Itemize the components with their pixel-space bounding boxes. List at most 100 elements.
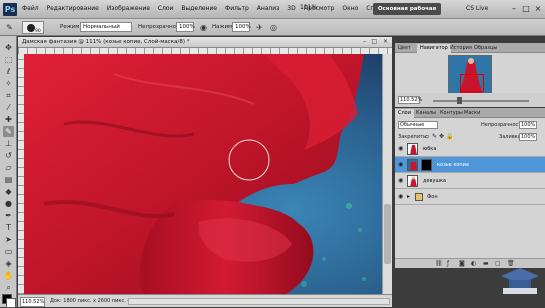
layer-name: девушка — [423, 178, 447, 184]
document-tab[interactable]: Дамская фантазия @ 111% (козье копие, Сл… — [18, 37, 392, 48]
lock-pixels-icon[interactable]: ✎ — [432, 133, 437, 140]
cs-live-button[interactable]: CS Live — [466, 5, 488, 12]
navigator-zoom-field[interactable]: 110.52% — [398, 96, 422, 104]
menu-filter[interactable]: Фильтр — [225, 5, 249, 12]
minimize-icon[interactable]: – — [508, 3, 520, 15]
mode-label: Режим: — [60, 24, 82, 30]
restore-document-icon[interactable]: □ — [371, 38, 377, 45]
tab-layers[interactable]: Слои — [395, 109, 414, 118]
photo-red-fabric — [24, 54, 382, 294]
pen-tool-icon[interactable]: ✒ — [3, 210, 14, 221]
menu-analysis[interactable]: Анализ — [257, 5, 280, 12]
dodge-tool-icon[interactable]: ● — [3, 198, 14, 209]
lasso-tool-icon[interactable]: ℓ — [3, 66, 14, 77]
eraser-tool-icon[interactable]: ▱ — [3, 162, 14, 173]
tablet-size-icon[interactable]: ◎ — [268, 22, 279, 33]
path-select-tool-icon[interactable]: ➤ — [3, 234, 14, 245]
vertical-scrollbar-thumb[interactable] — [384, 204, 391, 264]
layers-tabs: Слои Каналы Контуры Маски — [395, 108, 545, 118]
close-document-icon[interactable]: × — [383, 38, 388, 45]
shape-tool-icon[interactable]: ▭ — [3, 246, 14, 257]
lock-position-icon[interactable]: ✥ — [439, 133, 444, 140]
layer-thumbnail — [407, 159, 418, 171]
layer-mask-thumbnail[interactable] — [421, 159, 432, 171]
minimize-document-icon[interactable]: – — [363, 38, 366, 45]
clone-stamp-tool-icon[interactable]: ⊥ — [3, 138, 14, 149]
eye-icon[interactable]: ◉ — [398, 161, 403, 168]
navigator-tabs: Цвет Навигатор История Образцы — [395, 43, 545, 53]
layer-row[interactable]: ◉ ▸ Фон — [395, 189, 545, 205]
tablet-opacity-icon[interactable]: ◉ — [198, 22, 209, 33]
horizontal-scrollbar[interactable] — [128, 298, 390, 305]
menu-file[interactable]: Файл — [22, 5, 39, 12]
move-tool-icon[interactable]: ✥ — [3, 42, 14, 53]
brush-tool-icon[interactable]: ✎ — [3, 126, 14, 137]
toolbox: ✥ ⬚ ℓ ✧ ⌗ ⁄ ✚ ✎ ⊥ ↺ ▱ ▤ ◆ ● ✒ T ➤ ▭ ◈ ✋ … — [0, 36, 17, 308]
link-layers-icon[interactable]: ⛓ — [435, 260, 443, 267]
navigator-zoom-knob[interactable] — [457, 97, 462, 104]
menu-edit[interactable]: Редактирование — [47, 5, 99, 12]
gradient-tool-icon[interactable]: ▤ — [3, 174, 14, 185]
zoom-tool-icon[interactable]: ⌕ — [3, 282, 14, 293]
layer-thumbnail — [407, 143, 418, 155]
navigator-zoom-slider[interactable] — [433, 100, 529, 102]
eye-icon[interactable]: ◉ — [398, 177, 403, 184]
hand-tool-icon[interactable]: ✋ — [3, 270, 14, 281]
healing-tool-icon[interactable]: ✚ — [3, 114, 14, 125]
maximize-icon[interactable]: □ — [520, 3, 532, 15]
layer-name: козье копие — [437, 162, 470, 168]
workspace-button[interactable]: Основная рабочая среда — [373, 3, 441, 24]
quick-select-tool-icon[interactable]: ✧ — [3, 78, 14, 89]
layer-opacity-field[interactable]: 100% — [519, 121, 537, 129]
adjustment-layer-icon[interactable]: ◐ — [471, 260, 476, 267]
tab-swatches[interactable]: Образцы — [471, 44, 500, 53]
lock-label: Закрепить: — [398, 134, 428, 140]
menu-layers[interactable]: Слои — [158, 5, 174, 12]
zoom-field[interactable]: 110.52% — [20, 297, 45, 307]
vertical-scrollbar[interactable] — [382, 54, 392, 294]
history-brush-tool-icon[interactable]: ↺ — [3, 150, 14, 161]
layers-panel: Слои Каналы Контуры Маски Обычные Непроз… — [395, 108, 545, 268]
layer-style-icon[interactable]: ƒ — [447, 260, 449, 267]
tab-channels[interactable]: Каналы — [413, 109, 439, 118]
layer-thumbnail — [407, 175, 418, 187]
menu-window[interactable]: Окно — [342, 5, 358, 12]
tab-navigator[interactable]: Навигатор — [417, 44, 451, 53]
photoshop-logo: Ps — [3, 3, 17, 16]
zoom-level-dropdown[interactable]: 111% — [300, 4, 317, 11]
3d-rotate-tool-icon[interactable]: ◈ — [3, 258, 14, 269]
brush-tool-preset-icon[interactable]: ✎ — [4, 22, 15, 33]
add-mask-icon[interactable]: ◙ — [459, 260, 465, 267]
menu-3d[interactable]: 3D — [287, 5, 295, 12]
tab-masks[interactable]: Маски — [461, 109, 483, 118]
lock-all-icon[interactable]: 🔒 — [446, 133, 453, 140]
tab-color[interactable]: Цвет — [395, 44, 414, 53]
pressure-field[interactable]: 100% — [232, 22, 251, 32]
close-icon[interactable]: × — [532, 3, 544, 15]
fill-field[interactable]: 100% — [519, 133, 537, 141]
new-group-icon[interactable]: ▬ — [483, 260, 489, 267]
marquee-tool-icon[interactable]: ⬚ — [3, 54, 14, 65]
layer-row[interactable]: ◉ козье копие — [395, 157, 545, 173]
blur-tool-icon[interactable]: ◆ — [3, 186, 14, 197]
folder-icon: ▸ — [407, 193, 411, 200]
menu-image[interactable]: Изображение — [107, 5, 150, 12]
eyedropper-tool-icon[interactable]: ⁄ — [3, 102, 14, 113]
layer-row[interactable]: ◉ юбка — [395, 141, 545, 157]
image-canvas[interactable] — [24, 54, 382, 294]
lock-transparency-icon[interactable]: ▫ — [425, 133, 429, 140]
layer-row[interactable]: ◉ девушка — [395, 173, 545, 189]
navigator-view-box[interactable] — [460, 74, 484, 92]
type-tool-icon[interactable]: T — [3, 222, 14, 233]
eye-icon[interactable]: ◉ — [398, 193, 403, 200]
menu-select[interactable]: Выделение — [181, 5, 217, 12]
eye-icon[interactable]: ◉ — [398, 145, 403, 152]
blend-mode-dropdown[interactable]: Обычные — [398, 121, 438, 129]
airbrush-icon[interactable]: ✈ — [254, 22, 265, 33]
brush-picker[interactable]: 90 — [22, 21, 44, 34]
mode-dropdown[interactable]: Нормальный — [80, 22, 132, 32]
group-folder-icon — [415, 193, 423, 201]
crop-tool-icon[interactable]: ⌗ — [3, 90, 14, 101]
status-bar: 110.52% Док: 1800 пикс. x 2600 пикс. (72… — [18, 294, 392, 307]
opacity-field[interactable]: 100% — [176, 22, 195, 32]
